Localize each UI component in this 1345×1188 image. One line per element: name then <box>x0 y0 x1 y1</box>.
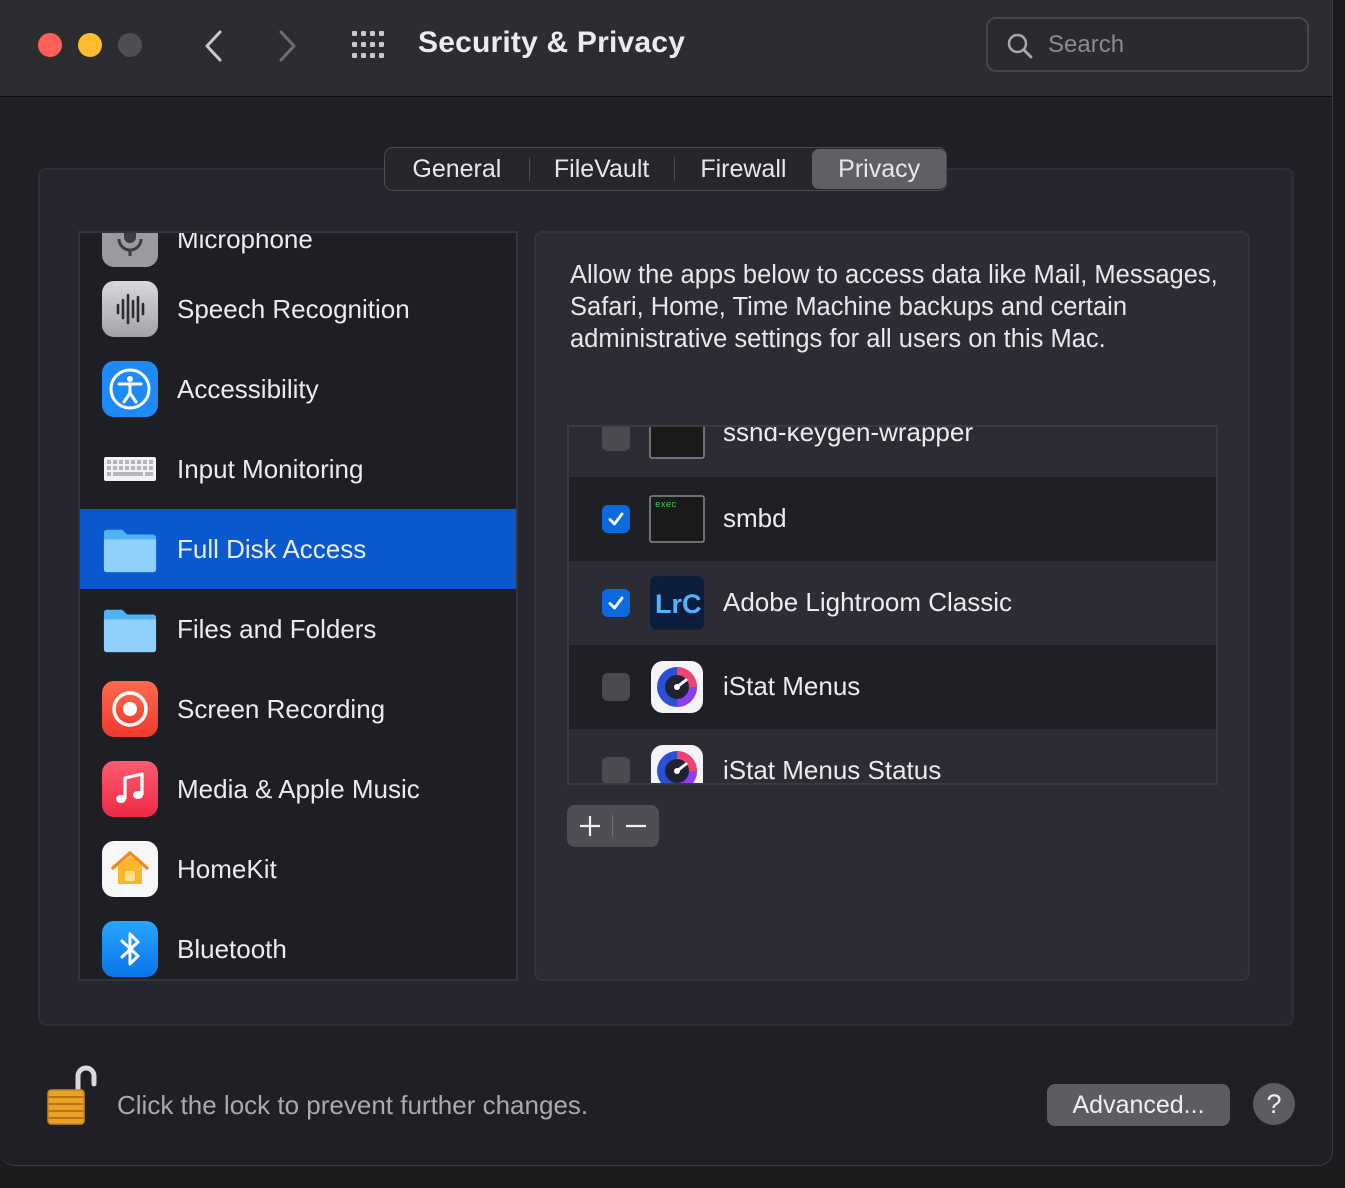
chevron-right-icon <box>279 30 296 62</box>
search-icon <box>1007 33 1033 59</box>
sidebar-item-label: Screen Recording <box>177 693 386 724</box>
list-item[interactable]: iStat Menus <box>569 645 1216 729</box>
app-list[interactable]: sshd-keygen-wrapper exec smbd LrC Adobe <box>567 425 1218 785</box>
bluetooth-icon <box>102 921 158 977</box>
terminal-exec-icon <box>649 427 705 463</box>
minus-icon <box>625 824 646 828</box>
unlocked-padlock-icon <box>47 1065 97 1125</box>
lrc-label: LrC <box>655 589 702 619</box>
search-field[interactable] <box>986 17 1309 72</box>
chevron-left-icon <box>205 30 222 62</box>
list-item[interactable]: sshd-keygen-wrapper <box>569 425 1216 477</box>
app-name: iStat Menus Status <box>723 755 942 785</box>
tab-filevault[interactable]: FileVault <box>530 149 674 189</box>
app-name: iStat Menus <box>723 671 861 701</box>
tab-privacy[interactable]: Privacy <box>812 149 947 189</box>
app-checkbox[interactable] <box>602 505 630 533</box>
sidebar-item-screen-recording[interactable]: Screen Recording <box>80 669 516 749</box>
sidebar-item-media-apple-music[interactable]: Media & Apple Music <box>80 749 516 829</box>
list-item[interactable]: iStat Menus Status <box>569 729 1216 785</box>
app-checkbox[interactable] <box>602 673 630 701</box>
lightroom-icon: LrC <box>649 575 705 631</box>
checkmark-icon <box>608 512 624 526</box>
panel-description: Allow the apps below to access data like… <box>570 261 1218 353</box>
advanced-button[interactable]: Advanced... <box>1047 1084 1230 1126</box>
forward-button[interactable] <box>266 24 310 68</box>
add-app-button[interactable] <box>567 805 612 847</box>
sidebar-item-full-disk-access[interactable]: Full Disk Access <box>80 509 516 589</box>
list-item[interactable]: LrC Adobe Lightroom Classic <box>569 561 1216 645</box>
full-disk-access-panel: Allow the apps below to access data like… <box>534 231 1250 981</box>
list-item[interactable]: exec smbd <box>569 477 1216 561</box>
checkmark-icon <box>608 596 624 610</box>
app-name: smbd <box>723 503 787 533</box>
app-checkbox[interactable] <box>602 757 630 783</box>
home-icon <box>102 841 158 897</box>
sidebar-item-speech-recognition[interactable]: Speech Recognition <box>80 269 516 349</box>
app-checkbox[interactable] <box>602 589 630 617</box>
lock-button[interactable] <box>44 1062 100 1128</box>
app-checkbox[interactable] <box>602 427 630 451</box>
grid-icon <box>352 31 384 58</box>
sidebar-item-accessibility[interactable]: Accessibility <box>80 349 516 429</box>
app-name: Adobe Lightroom Classic <box>723 587 1013 617</box>
music-icon <box>102 761 158 817</box>
keyboard-icon <box>102 441 158 497</box>
sidebar-item-label: Microphone <box>177 231 313 254</box>
tab-bar: General FileVault Firewall Privacy <box>384 147 947 191</box>
sidebar-item-label: Input Monitoring <box>177 453 364 484</box>
window-title: Security & Privacy <box>418 26 686 59</box>
plus-icon <box>579 816 600 836</box>
sidebar-item-label: Speech Recognition <box>177 293 410 324</box>
remove-app-button[interactable] <box>613 805 658 847</box>
sidebar-item-input-monitoring[interactable]: Input Monitoring <box>80 429 516 509</box>
lock-status-text: Click the lock to prevent further change… <box>117 1090 589 1120</box>
sidebar-item-files-and-folders[interactable]: Files and Folders <box>80 589 516 669</box>
back-button[interactable] <box>191 24 235 68</box>
folder-icon <box>102 601 158 657</box>
tab-firewall[interactable]: Firewall <box>675 149 813 189</box>
sidebar-item-label: Accessibility <box>177 373 319 404</box>
minimize-window-button[interactable] <box>78 33 102 57</box>
istat-icon <box>649 743 705 783</box>
exec-label: exec <box>655 500 677 510</box>
sidebar-item-label: Full Disk Access <box>177 533 367 564</box>
terminal-exec-icon: exec <box>649 491 705 547</box>
show-all-button[interactable] <box>348 28 388 62</box>
istat-icon <box>649 659 705 715</box>
preferences-window: Security & Privacy General FileVault Fir… <box>0 0 1333 1166</box>
search-input[interactable] <box>1048 27 1288 63</box>
waveform-icon <box>102 281 158 337</box>
sidebar-item-label: HomeKit <box>177 853 277 884</box>
microphone-icon <box>102 233 158 267</box>
app-name: sshd-keygen-wrapper <box>723 425 974 447</box>
sidebar-item-homekit[interactable]: HomeKit <box>80 829 516 909</box>
sidebar-item-label: Media & Apple Music <box>177 773 420 804</box>
sidebar-item-label: Files and Folders <box>177 613 377 644</box>
sidebar-item-label: Bluetooth <box>177 933 287 964</box>
help-button[interactable]: ? <box>1253 1083 1295 1125</box>
zoom-window-button[interactable] <box>118 33 142 57</box>
add-remove-control <box>567 805 659 847</box>
titlebar: Security & Privacy <box>0 0 1332 97</box>
accessibility-icon <box>102 361 158 417</box>
close-window-button[interactable] <box>38 33 62 57</box>
screen-recording-icon <box>102 681 158 737</box>
tab-general[interactable]: General <box>385 149 529 189</box>
folder-icon <box>102 521 158 577</box>
privacy-category-list[interactable]: Microphone Speech Recognition Accessibil… <box>78 231 518 981</box>
sidebar-item-bluetooth[interactable]: Bluetooth <box>80 909 516 979</box>
